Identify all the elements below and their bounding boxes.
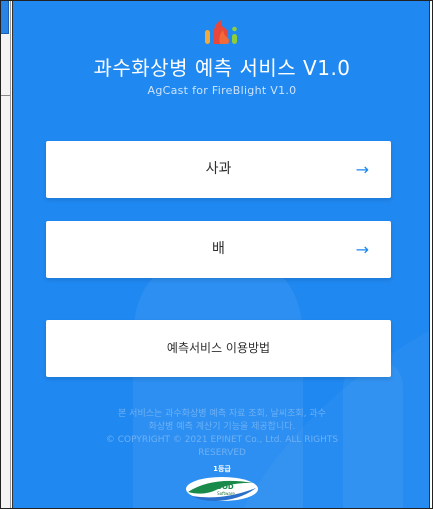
apple-button-label: 사과 (205, 161, 232, 177)
pear-button[interactable]: 배 → (46, 221, 391, 278)
footer-text: 본 서비스는 과수화상병 예측 자료 조회, 날씨조회, 과수 화상병 예측 계… (43, 408, 401, 460)
adjacent-window-divider (0, 95, 10, 96)
good-software-badge-icon: GOOD Software (186, 477, 258, 501)
arrow-right-icon: → (355, 160, 369, 179)
pear-button-label: 배 (212, 241, 225, 257)
service-guide-label: 예측서비스 이용방법 (166, 341, 271, 355)
arrow-right-icon: → (355, 240, 369, 259)
screen: 과수화상병 예측 서비스 V1.0 AgCast for FireBlight … (0, 0, 433, 509)
apple-button[interactable]: 사과 → (46, 141, 391, 198)
certification-grade: 1등급 (213, 465, 231, 473)
app-title: 과수화상병 예측 서비스 V1.0 (93, 56, 351, 80)
badge-text-top: GOOD (210, 483, 234, 491)
adjacent-window-blue-tab (0, 0, 9, 34)
app-subtitle: AgCast for FireBlight V1.0 (147, 84, 297, 97)
footer-copyright-line1: © COPYRIGHT © 2021 EPINET Co., Ltd. ALL … (105, 435, 339, 445)
footer-copyright-line2: RESERVED (198, 448, 246, 458)
service-guide-button[interactable]: 예측서비스 이용방법 (46, 320, 391, 377)
footer-description-line1: 본 서비스는 과수화상병 예측 자료 조회, 날씨조회, 과수 (118, 409, 326, 419)
app-window: 과수화상병 예측 서비스 V1.0 AgCast for FireBlight … (12, 0, 430, 509)
badge-text-bottom: Software (217, 491, 235, 496)
footer-description-line2: 화상병 예측 계산기 기능을 제공합니다. (148, 422, 296, 432)
flame-logo-icon (205, 20, 237, 44)
adjacent-window-edge (0, 0, 11, 509)
